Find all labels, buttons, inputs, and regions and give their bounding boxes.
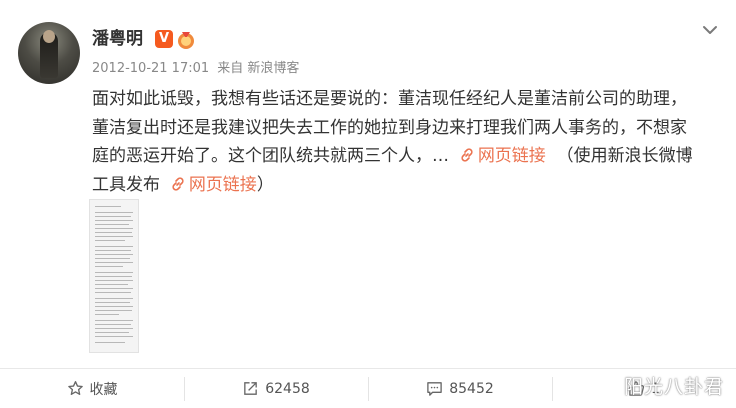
thumb-line — [95, 288, 133, 289]
post-source[interactable]: 新浪博客 — [247, 61, 299, 76]
web-link-1-label: 网页链接 — [477, 146, 546, 166]
thumb-line — [95, 276, 132, 277]
star-icon — [67, 381, 83, 396]
via-close: ） — [256, 174, 274, 195]
thumb-line — [95, 216, 131, 217]
thumb-line — [95, 314, 119, 315]
content-line-3: 庭的恶运开始了。这个团队统共就两三个人，… 网页链接 （使用新浪长微博 — [92, 142, 693, 171]
comment-count: 85452 — [449, 380, 494, 397]
web-link-2-label: 网页链接 — [188, 174, 257, 195]
thumb-line — [95, 302, 130, 303]
content-text-3: 庭的恶运开始了。这个团队统共就两三个人，… — [92, 146, 449, 166]
content-line-4: 工具发布 网页链接） — [92, 171, 692, 200]
post-content: 面对如此诋毁，我想有些话还是要说的：董洁现任经纪人是董洁前公司的助理， 董洁复出… — [92, 85, 693, 200]
thumb-line — [95, 310, 132, 311]
avatar-head — [43, 30, 55, 43]
thumb-line — [95, 298, 133, 299]
thumb-line — [95, 262, 133, 263]
source-prefix: 来自 — [217, 61, 244, 76]
thumb-line — [95, 206, 121, 207]
thumb-line — [95, 228, 133, 229]
thumb-line — [95, 320, 133, 321]
thumb-line — [95, 332, 129, 333]
avatar[interactable] — [18, 22, 80, 84]
thumb-line — [95, 258, 130, 259]
content-line-2: 董洁复出时还是我建议把失去工作的她拉到身边来打理我们两人事务的，不想家 — [92, 117, 687, 138]
thumb-line — [95, 232, 132, 233]
watermark: 阳光八卦君 — [623, 376, 724, 398]
link-icon — [172, 176, 184, 191]
thumb-line — [95, 324, 131, 325]
favorite-button[interactable]: 收藏 — [0, 369, 184, 408]
link-icon — [461, 148, 473, 162]
thumb-line — [95, 336, 133, 337]
thumb-line — [95, 224, 129, 225]
thumb-line — [95, 220, 133, 221]
thumb-line — [95, 212, 133, 213]
comment-icon — [427, 382, 442, 396]
thumb-line — [95, 240, 125, 241]
content-text-4: 工具发布 — [92, 174, 160, 195]
thumb-line — [95, 280, 133, 281]
thumb-line — [95, 306, 133, 307]
author-name[interactable]: 潘粤明 — [92, 29, 143, 49]
repost-icon — [244, 382, 258, 395]
post-image-thumbnail[interactable] — [89, 199, 139, 353]
thumb-line — [95, 292, 131, 293]
medal-icon — [178, 32, 194, 49]
thumb-line — [95, 284, 128, 285]
repost-button[interactable]: 62458 — [184, 369, 368, 408]
web-link-2[interactable]: 网页链接 — [171, 175, 257, 195]
thumb-line — [95, 250, 131, 251]
post-meta: 2012-10-21 17:01 来自 新浪博客 — [92, 60, 303, 78]
comment-button[interactable]: 85452 — [368, 369, 552, 408]
thumb-line — [95, 266, 123, 267]
thumb-line — [95, 254, 133, 255]
chevron-down-icon[interactable] — [700, 20, 720, 40]
post-timestamp[interactable]: 2012-10-21 17:01 — [92, 61, 209, 76]
thumb-line — [95, 246, 133, 247]
thumb-line — [95, 272, 133, 273]
repost-count: 62458 — [265, 380, 310, 397]
thumb-line — [95, 236, 133, 237]
via-text: （使用新浪长微博 — [556, 146, 693, 166]
content-line-1: 面对如此诋毁，我想有些话还是要说的：董洁现任经纪人是董洁前公司的助理， — [92, 89, 687, 109]
thumb-line — [95, 328, 133, 329]
web-link-1[interactable]: 网页链接 — [460, 146, 546, 166]
verified-badge-icon: V — [155, 30, 173, 48]
thumb-line — [95, 342, 125, 343]
favorite-label: 收藏 — [89, 381, 118, 398]
